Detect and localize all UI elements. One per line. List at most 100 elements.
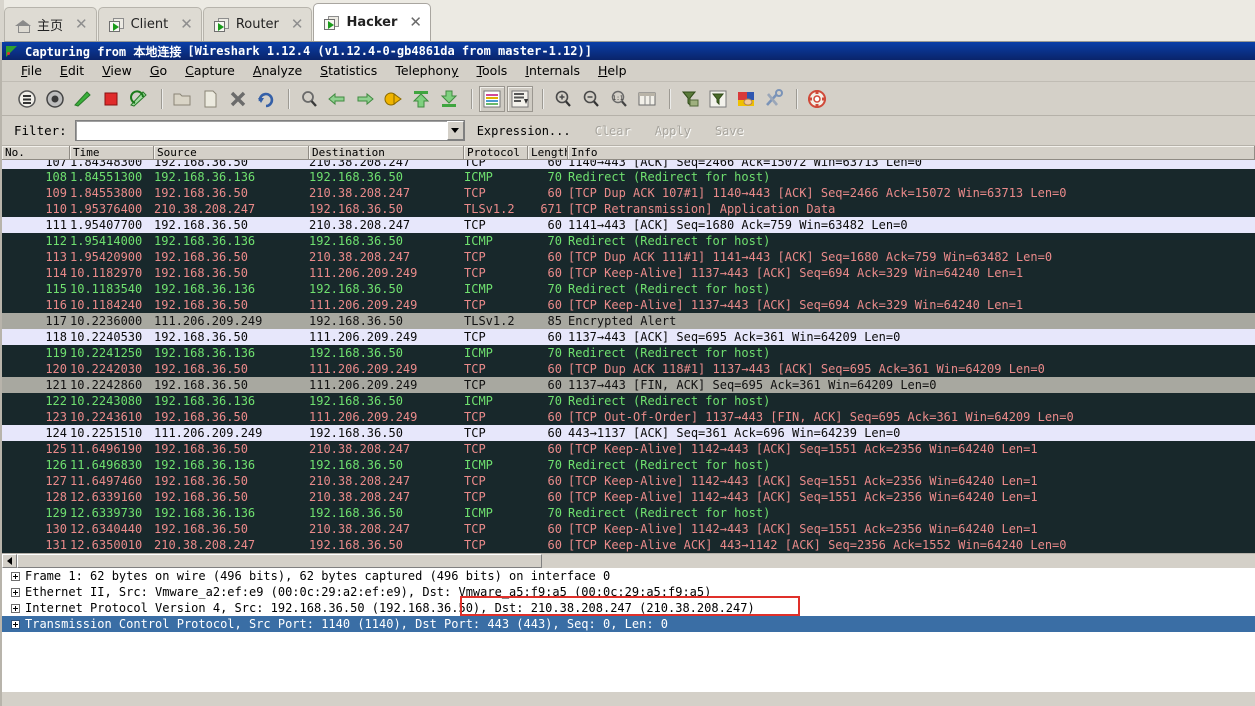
tab-close-icon[interactable]: ✕: [291, 17, 304, 32]
tab-hacker[interactable]: Hacker ✕: [313, 3, 431, 41]
menu-view[interactable]: View: [93, 61, 141, 80]
packet-row[interactable]: 116 10.1184240 192.168.36.50 111.206.209.24…: [2, 297, 1255, 313]
packet-row[interactable]: 127 11.6497460 192.168.36.50 210.38.208.247…: [2, 473, 1255, 489]
menu-file[interactable]: File: [12, 61, 51, 80]
zoom-out-icon[interactable]: [578, 86, 604, 112]
column-header-info[interactable]: Info: [568, 146, 1255, 159]
packet-row[interactable]: 114 10.1182970 192.168.36.50 111.206.209.24…: [2, 265, 1255, 281]
tab-router[interactable]: Router ✕: [202, 7, 313, 41]
column-header-length[interactable]: Length: [528, 146, 568, 159]
capture-filters-icon[interactable]: [677, 86, 703, 112]
coloring-rules-icon[interactable]: [733, 86, 759, 112]
chevron-down-icon[interactable]: [446, 121, 464, 140]
packet-no: 111: [45, 218, 67, 232]
stop-capture-icon[interactable]: [98, 86, 124, 112]
colorize-icon[interactable]: [479, 85, 505, 112]
preferences-icon[interactable]: [761, 86, 787, 112]
apply-filter-button[interactable]: Apply: [643, 124, 703, 138]
packet-row[interactable]: 129 12.6339730 192.168.36.136 192.168.36.50…: [2, 505, 1255, 521]
menu-edit[interactable]: Edit: [51, 61, 93, 80]
expand-icon[interactable]: [11, 619, 20, 629]
packet-row[interactable]: 113 1.95420900 192.168.36.50 210.38.208.247…: [2, 249, 1255, 265]
packet-row[interactable]: 122 10.2243080 192.168.36.136 192.168.36.50…: [2, 393, 1255, 409]
help-contents-icon[interactable]: [804, 86, 830, 112]
packet-row[interactable]: 119 10.2241250 192.168.36.136 192.168.36.50…: [2, 345, 1255, 361]
packet-protocol: ICMP: [464, 234, 493, 248]
packet-row[interactable]: 118 10.2240530 192.168.36.50 111.206.209.24…: [2, 329, 1255, 345]
resize-columns-icon[interactable]: [634, 86, 660, 112]
menu-go[interactable]: Go: [141, 61, 176, 80]
column-header-time[interactable]: Time: [70, 146, 154, 159]
packet-row[interactable]: 121 10.2242860 192.168.36.50 111.206.209.24…: [2, 377, 1255, 393]
expand-icon[interactable]: [11, 587, 20, 597]
packet-row[interactable]: 109 1.84553800 192.168.36.50 210.38.208.247…: [2, 185, 1255, 201]
detail-row[interactable]: Internet Protocol Version 4, Src: 192.16…: [2, 600, 1255, 616]
scrollbar-thumb[interactable]: [17, 554, 542, 568]
go-last-packet-icon[interactable]: [436, 86, 462, 112]
tab-close-icon[interactable]: ✕: [75, 17, 88, 32]
packet-source: 192.168.36.50: [154, 490, 248, 504]
packet-row[interactable]: 107 1.84348300 192.168.36.50 210.38.208.247…: [2, 160, 1255, 169]
packet-list-pane[interactable]: No. Time Source Destination Protocol Len…: [2, 146, 1255, 553]
tab-close-icon[interactable]: ✕: [409, 15, 422, 30]
auto-scroll-icon[interactable]: [507, 85, 533, 112]
menu-analyze[interactable]: Analyze: [244, 61, 311, 80]
menu-tools[interactable]: Tools: [468, 61, 517, 80]
packet-row[interactable]: 125 11.6496190 192.168.36.50 210.38.208.247…: [2, 441, 1255, 457]
save-filter-button[interactable]: Save: [703, 124, 756, 138]
packet-row[interactable]: 130 12.6340440 192.168.36.50 210.38.208.247…: [2, 521, 1255, 537]
detail-row[interactable]: Transmission Control Protocol, Src Port:…: [2, 616, 1255, 632]
detail-row[interactable]: Ethernet II, Src: Vmware_a2:ef:e9 (00:0c…: [2, 584, 1255, 600]
packet-row[interactable]: 115 10.1183540 192.168.36.136 192.168.36.50…: [2, 281, 1255, 297]
tab-client[interactable]: Client ✕: [97, 7, 202, 41]
filter-combo[interactable]: [74, 120, 465, 141]
packet-row[interactable]: 128 12.6339160 192.168.36.50 210.38.208.247…: [2, 489, 1255, 505]
menu-help[interactable]: Help: [589, 61, 636, 80]
filter-input[interactable]: [75, 121, 447, 140]
close-file-icon[interactable]: [225, 86, 251, 112]
column-header-protocol[interactable]: Protocol: [464, 146, 528, 159]
column-header-no[interactable]: No.: [2, 146, 70, 159]
tab-close-icon[interactable]: ✕: [180, 17, 193, 32]
expand-icon[interactable]: [11, 571, 20, 581]
detail-row[interactable]: Frame 1: 62 bytes on wire (496 bits), 62…: [2, 568, 1255, 584]
open-file-icon[interactable]: [169, 86, 195, 112]
packet-row[interactable]: 120 10.2242030 192.168.36.50 111.206.209.24…: [2, 361, 1255, 377]
list-interfaces-icon[interactable]: [14, 86, 40, 112]
restart-capture-icon[interactable]: [126, 86, 152, 112]
packet-row[interactable]: 117 10.2236000 111.206.209.249 192.168.36.5…: [2, 313, 1255, 329]
expand-icon[interactable]: [11, 603, 20, 613]
go-forward-icon[interactable]: [352, 86, 378, 112]
tab-home[interactable]: 主页 ✕: [4, 7, 97, 41]
packet-details-pane[interactable]: Frame 1: 62 bytes on wire (496 bits), 62…: [2, 568, 1255, 632]
go-back-icon[interactable]: [324, 86, 350, 112]
packet-row[interactable]: 112 1.95414000 192.168.36.136 192.168.36.50…: [2, 233, 1255, 249]
menu-internals[interactable]: Internals: [516, 61, 589, 80]
zoom-in-icon[interactable]: [550, 86, 576, 112]
packet-row[interactable]: 111 1.95407700 192.168.36.50 210.38.208.247…: [2, 217, 1255, 233]
column-header-source[interactable]: Source: [154, 146, 309, 159]
packet-row[interactable]: 123 10.2243610 192.168.36.50 111.206.209.24…: [2, 409, 1255, 425]
clear-filter-button[interactable]: Clear: [583, 124, 643, 138]
packet-row[interactable]: 110 1.95376400 210.38.208.247 192.168.36.50…: [2, 201, 1255, 217]
scroll-left-button[interactable]: [2, 554, 17, 568]
packet-row[interactable]: 131 12.6350010 210.38.208.247 192.168.36.50…: [2, 537, 1255, 553]
packet-list-hscrollbar[interactable]: [2, 553, 1255, 568]
save-file-icon[interactable]: [197, 86, 223, 112]
menu-capture[interactable]: Capture: [176, 61, 244, 80]
go-first-packet-icon[interactable]: [408, 86, 434, 112]
find-packet-icon[interactable]: [296, 86, 322, 112]
packet-row[interactable]: 126 11.6496830 192.168.36.136 192.168.36.50…: [2, 457, 1255, 473]
menu-statistics[interactable]: Statistics: [311, 61, 386, 80]
zoom-normal-icon[interactable]: 1:1: [606, 86, 632, 112]
column-header-destination[interactable]: Destination: [309, 146, 464, 159]
packet-row[interactable]: 108 1.84551300 192.168.36.136 192.168.36.50…: [2, 169, 1255, 185]
capture-options-icon[interactable]: [42, 86, 68, 112]
reload-file-icon[interactable]: [253, 86, 279, 112]
menu-telephony[interactable]: Telephony: [386, 61, 467, 80]
display-filters-icon[interactable]: [705, 86, 731, 112]
expression-button[interactable]: Expression...: [465, 124, 583, 138]
go-to-packet-icon[interactable]: [380, 86, 406, 112]
start-capture-icon[interactable]: [70, 86, 96, 112]
packet-row[interactable]: 124 10.2251510 111.206.209.249 192.168.36.5…: [2, 425, 1255, 441]
